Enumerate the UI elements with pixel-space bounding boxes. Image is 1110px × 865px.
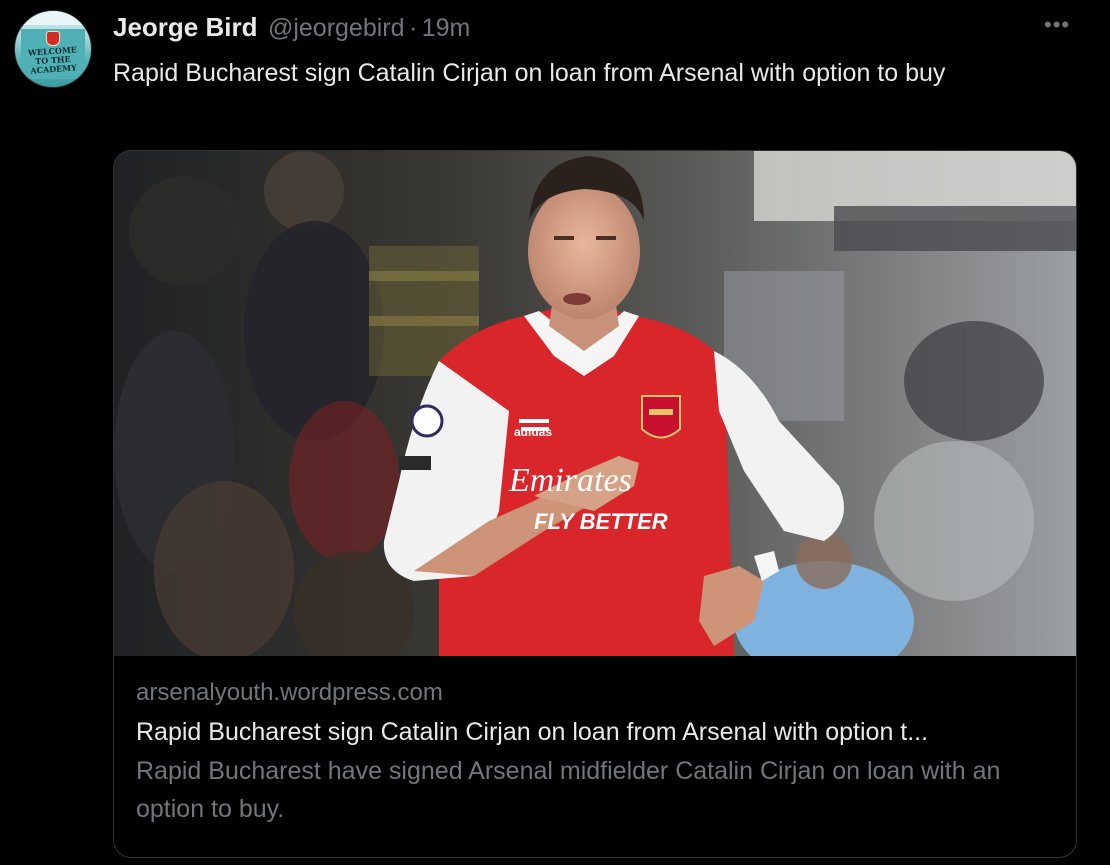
avatar-sign-text: WELCOME TO THE ACADEMY [27, 44, 78, 76]
author-handle[interactable]: @jeorgebird [268, 14, 405, 42]
svg-text:FLY BETTER: FLY BETTER [534, 509, 668, 534]
svg-text:Emirates: Emirates [508, 462, 632, 499]
separator-dot: · [408, 14, 418, 42]
card-title[interactable]: Rapid Bucharest sign Catalin Cirjan on l… [136, 714, 1056, 750]
card-description: Rapid Bucharest have signed Arsenal midf… [136, 757, 1001, 823]
tweet[interactable]: WELCOME TO THE ACADEMY Jeorge Bird @jeor… [0, 0, 1110, 865]
timestamp[interactable]: 19m [422, 14, 471, 42]
author-name[interactable]: Jeorge Bird [113, 12, 258, 42]
arsenal-crest-icon [46, 31, 60, 46]
avatar[interactable]: WELCOME TO THE ACADEMY [14, 10, 92, 88]
card-domain[interactable]: arsenalyouth.wordpress.com [136, 676, 1056, 710]
svg-text:adidas: adidas [514, 425, 552, 439]
avatar-roof [15, 11, 91, 25]
more-options-icon[interactable]: ••• [1044, 14, 1078, 38]
tweet-header: Jeorge Bird @jeorgebird · 19m [113, 12, 470, 46]
card-image[interactable]: Emirates FLY BETTER adidas [114, 151, 1076, 656]
card-info: arsenalyouth.wordpress.com Rapid Buchare… [136, 676, 1056, 828]
tweet-text: Rapid Bucharest sign Catalin Cirjan on l… [113, 59, 946, 87]
photo-of-arsenal-player-icon: Emirates FLY BETTER adidas [114, 151, 1076, 656]
link-preview-card[interactable]: Emirates FLY BETTER adidas arsenalyouth.… [113, 150, 1077, 858]
